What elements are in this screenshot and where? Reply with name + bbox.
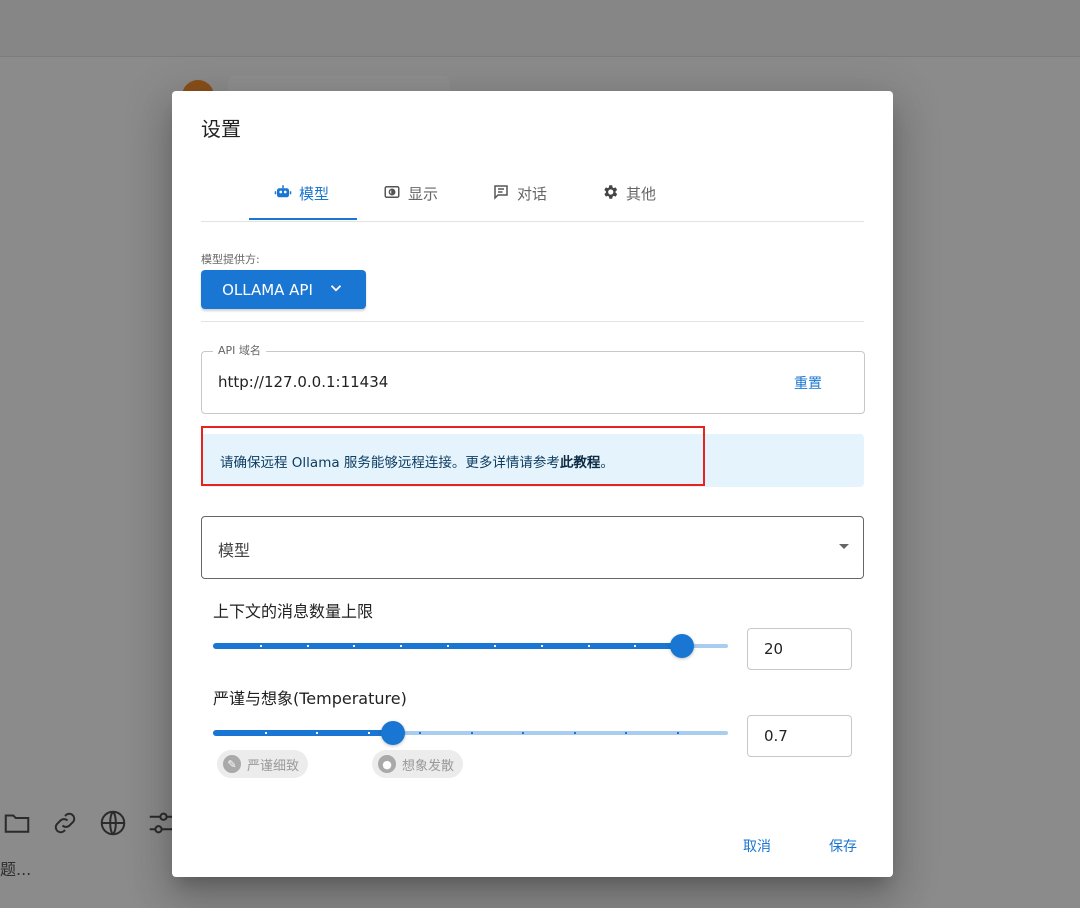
chevron-down-icon [327, 279, 345, 301]
provider-value: OLLAMA API [222, 280, 313, 299]
dialog-title: 设置 [201, 117, 241, 141]
slider-step-mark [367, 732, 370, 734]
slider-step-mark [522, 732, 524, 734]
tab-indicator [249, 218, 357, 220]
tab-label: 模型 [299, 185, 330, 203]
tab-chat[interactable]: 对话 [492, 167, 547, 220]
slider-step-mark [470, 732, 473, 734]
chip-rigorous: ✎ 严谨细致 [217, 750, 309, 778]
tab-display[interactable]: 显示 [383, 167, 438, 220]
slider-step-mark [264, 732, 267, 734]
background-topbar [0, 0, 1080, 57]
save-button[interactable]: 保存 [829, 836, 857, 856]
slider-thumb[interactable] [669, 634, 694, 658]
chip-label: 想象发散 [402, 758, 455, 774]
slider-step-mark [259, 645, 262, 647]
api-domain-input[interactable]: http://127.0.0.1:11434 [218, 373, 388, 391]
tab-other[interactable]: 其他 [601, 167, 656, 220]
slider-step-mark [587, 645, 590, 647]
slider-step-mark [676, 732, 679, 734]
temperature-slider[interactable] [213, 721, 728, 745]
slider-track [213, 730, 394, 736]
highlight-box [201, 426, 705, 486]
background-input-placeholder[interactable]: 题... [0, 856, 31, 880]
chip-label: 严谨细致 [247, 758, 300, 774]
tab-label: 显示 [408, 185, 439, 203]
caret-down-icon [839, 544, 849, 549]
slider-step-mark [306, 645, 309, 647]
tab-model[interactable]: 模型 [274, 167, 329, 220]
pencil-icon: ✎ [223, 755, 241, 773]
context-limit-input[interactable]: 20 [747, 628, 852, 670]
slider-step-mark [419, 732, 421, 734]
reset-button[interactable]: 重置 [794, 373, 822, 393]
slider-step-mark [400, 645, 403, 647]
slider-step-mark [540, 645, 543, 647]
tab-label: 其他 [626, 185, 657, 203]
lightbulb-icon: ● [378, 755, 396, 773]
model-select-placeholder: 模型 [218, 541, 251, 560]
temperature-input[interactable]: 0.7 [747, 715, 852, 757]
display-icon [383, 183, 401, 205]
chat-icon [492, 183, 510, 205]
cancel-button[interactable]: 取消 [743, 836, 771, 856]
slider-step-mark [316, 732, 318, 734]
slider-step-mark [573, 732, 576, 734]
settings-dialog: 设置 模型 显示 对话 其他 模型提供方: OLLAMA API API 域名 … [172, 91, 893, 877]
settings-tabs: 模型 显示 对话 其他 [201, 167, 864, 222]
slider-thumb[interactable] [381, 721, 406, 745]
provider-dropdown-button[interactable]: OLLAMA API [201, 270, 366, 309]
api-domain-label: API 域名 [213, 342, 266, 358]
model-select[interactable]: 模型 [201, 516, 864, 579]
tab-label: 对话 [517, 185, 548, 203]
globe-icon[interactable] [98, 808, 128, 838]
slider-step-mark [353, 645, 356, 647]
gear-icon [601, 183, 619, 205]
context-limit-label: 上下文的消息数量上限 [213, 602, 374, 621]
divider [201, 321, 864, 322]
provider-label: 模型提供方: [201, 253, 260, 266]
slider-step-mark [493, 645, 496, 647]
slider-step-mark [447, 645, 450, 647]
folder-icon[interactable] [2, 808, 32, 838]
slider-step-mark [634, 645, 637, 647]
context-limit-slider[interactable] [213, 634, 728, 658]
link-icon[interactable] [50, 808, 80, 838]
slider-step-mark [625, 732, 627, 734]
temperature-label: 严谨与想象(Temperature) [213, 689, 407, 708]
robot-icon [274, 183, 292, 205]
chip-imaginative: ● 想象发散 [372, 750, 464, 778]
api-domain-field[interactable]: API 域名 http://127.0.0.1:11434 重置 [201, 342, 865, 414]
